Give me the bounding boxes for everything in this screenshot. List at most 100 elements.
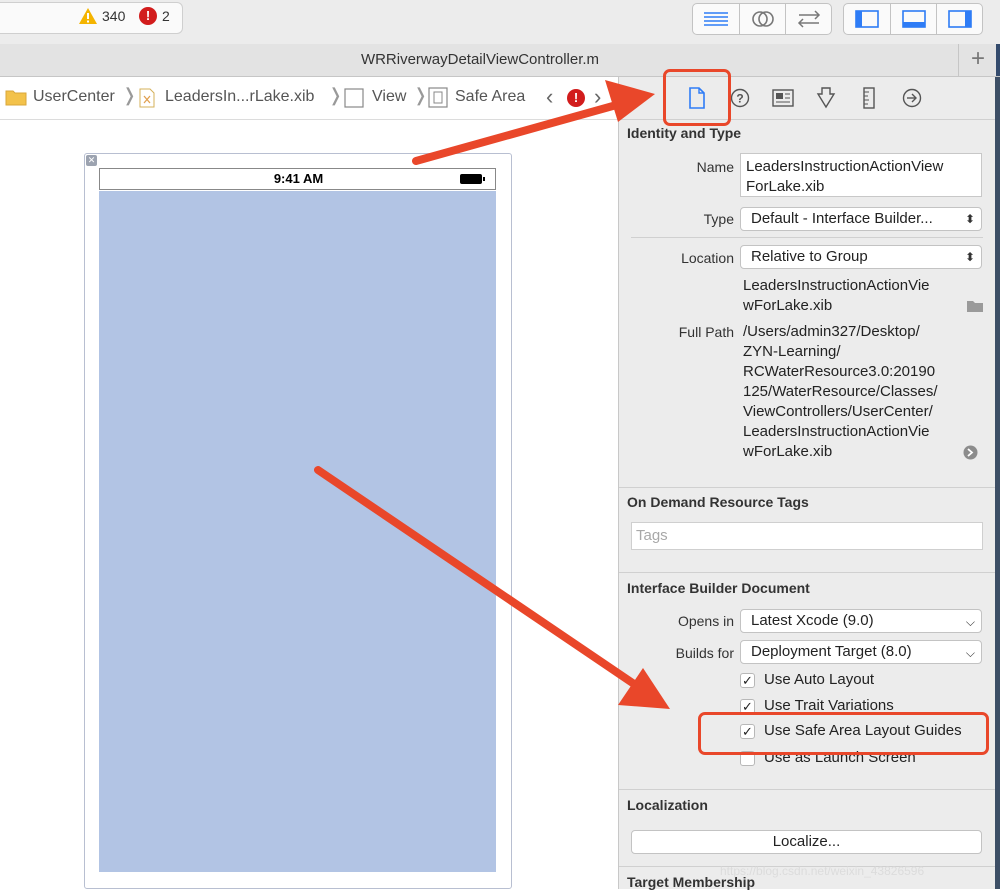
warning-icon[interactable] [78, 7, 98, 25]
issue-next-icon[interactable]: › [594, 84, 601, 110]
type-popup[interactable]: Default - Interface Builder... ⬍ [740, 207, 982, 231]
identity-inspector-tab[interactable] [772, 87, 794, 109]
close-icon[interactable]: ✕ [86, 155, 97, 166]
warning-count: 340 [102, 8, 126, 24]
toolbar: 340 ! 2 [0, 0, 1000, 45]
divider [631, 237, 983, 238]
xib-file-icon [139, 88, 155, 108]
bottom-panel-icon [901, 10, 926, 28]
opens-in-value: Latest Xcode (9.0) [751, 612, 874, 629]
assistant-editor-button[interactable] [739, 4, 785, 34]
stepper-chevrons-icon: ⬍ [964, 250, 975, 264]
builds-for-label: Builds for [675, 645, 734, 661]
editor-mode-segmented-control [692, 3, 832, 35]
opens-in-popup[interactable]: Latest Xcode (9.0) ⌵ [740, 609, 982, 633]
utilities-inspector [618, 77, 996, 889]
chevron-right-icon: ❭ [328, 85, 344, 105]
svg-text:?: ? [736, 92, 743, 106]
root-view[interactable] [99, 191, 496, 872]
watermark-text: https://blog.csdn.net/weixin_43826596 [720, 864, 925, 878]
battery-icon [460, 174, 482, 184]
location-popup[interactable]: Relative to Group ⬍ [740, 245, 982, 269]
text-lines-icon [703, 12, 728, 26]
location-label: Location [681, 250, 734, 266]
tab-bar: WRRiverwayDetailViewController.m + [0, 44, 1000, 77]
toggle-utilities-button[interactable] [936, 4, 982, 34]
chevron-down-icon: ⌵ [965, 646, 975, 660]
folder-icon[interactable] [966, 299, 984, 313]
desktop-edge [995, 77, 1000, 889]
localize-button[interactable]: Localize... [631, 830, 982, 854]
builds-for-popup[interactable]: Deployment Target (8.0) ⌵ [740, 640, 982, 664]
attributes-inspector-tab[interactable] [815, 87, 837, 109]
chevron-right-icon: ❭ [122, 85, 138, 105]
name-label: Name [696, 159, 734, 175]
error-count: 2 [162, 8, 170, 24]
issue-previous-icon[interactable]: ‹ [546, 84, 553, 110]
reveal-arrow-icon[interactable] [963, 445, 978, 460]
standard-editor-button[interactable] [693, 4, 738, 34]
breadcrumb-xib-file[interactable]: LeadersIn...rLake.xib [165, 88, 314, 106]
panels-segmented-control [843, 3, 983, 35]
size-inspector-tab[interactable] [858, 87, 880, 109]
ruler-icon [863, 87, 875, 109]
auto-layout-checkbox[interactable]: ✓ [740, 673, 755, 688]
safe-area-icon [428, 87, 448, 108]
swap-arrows-icon [797, 10, 820, 28]
tab-file-title[interactable]: WRRiverwayDetailViewController.m [0, 44, 960, 76]
simulated-status-bar: 9:41 AM [99, 168, 496, 190]
breadcrumb-safe-area[interactable]: Safe Area [455, 88, 525, 106]
status-bar-time: 9:41 AM [273, 171, 324, 186]
divider [619, 572, 995, 573]
stepper-chevrons-icon: ⬍ [964, 212, 975, 226]
add-tab-button[interactable]: + [958, 44, 997, 76]
jump-bar: UserCenter ❭ LeadersIn...rLake.xib ❭ Vie… [0, 77, 618, 120]
divider [619, 487, 995, 488]
name-field[interactable]: LeadersInstructionActionView ForLake.xib [740, 153, 982, 197]
section-on-demand-title: On Demand Resource Tags [627, 494, 809, 510]
toggle-debug-area-button[interactable] [890, 4, 936, 34]
chevron-right-icon: ❭ [413, 85, 429, 105]
view-object-icon [344, 88, 364, 108]
shield-arrow-icon [816, 87, 836, 109]
relative-path-line-2: wForLake.xib [743, 297, 833, 314]
error-icon[interactable]: ! [139, 7, 157, 25]
arrow-circle-icon [902, 88, 922, 108]
full-path-label: Full Path [678, 324, 734, 340]
type-value: Default - Interface Builder... [751, 210, 933, 227]
relative-path-line-1: LeadersInstructionActionVie [743, 277, 930, 294]
location-value: Relative to Group [751, 248, 868, 265]
auto-layout-label: Use Auto Layout [764, 671, 875, 688]
annotation-highlight-file-inspector [663, 69, 731, 126]
left-panel-icon [854, 10, 879, 28]
desktop-edge [996, 44, 1000, 76]
full-path-line: LeadersInstructionActionVie [743, 423, 930, 440]
full-path-line: wForLake.xib [743, 443, 833, 460]
connections-inspector-tab[interactable] [901, 87, 923, 109]
version-editor-button[interactable] [785, 4, 831, 34]
tags-input[interactable]: Tags [631, 522, 983, 550]
quick-help-tab[interactable]: ? [729, 87, 751, 109]
opens-in-label: Opens in [677, 613, 734, 629]
folder-icon [5, 90, 27, 106]
breadcrumb-usercenter[interactable]: UserCenter [33, 88, 115, 106]
section-localization-title: Localization [627, 797, 708, 813]
full-path-line: ZYN-Learning/ [743, 343, 841, 360]
right-panel-icon [947, 10, 972, 28]
divider [619, 789, 995, 790]
annotation-highlight-safe-area [698, 712, 989, 755]
assistant-rings-icon [751, 11, 774, 27]
type-label: Type [703, 211, 734, 227]
section-identity-title: Identity and Type [627, 125, 742, 141]
question-icon: ? [730, 88, 750, 108]
full-path-line: ViewControllers/UserCenter/ [743, 403, 933, 420]
id-card-icon [772, 89, 794, 107]
full-path-line: RCWaterResource3.0:20190 [743, 363, 936, 380]
name-value-line-1: LeadersInstructionActionView [746, 158, 944, 175]
chevron-down-icon: ⌵ [965, 615, 975, 629]
breadcrumb-view[interactable]: View [372, 88, 406, 106]
section-ib-document-title: Interface Builder Document [627, 580, 810, 596]
toggle-navigator-button[interactable] [844, 4, 889, 34]
error-icon[interactable]: ! [567, 89, 585, 107]
battery-tip [483, 177, 485, 181]
